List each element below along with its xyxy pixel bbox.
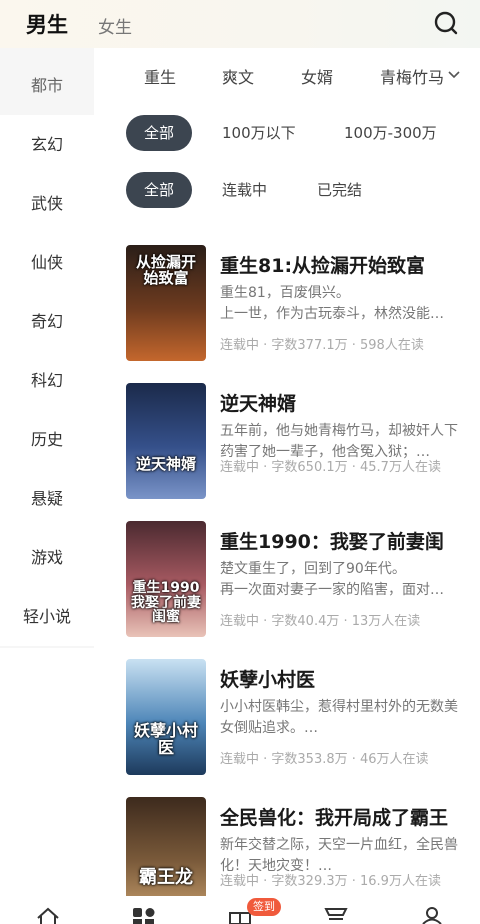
sidebar-item-xianxia[interactable]: 仙侠 [0, 233, 94, 292]
sidebar-item-qihuan[interactable]: 奇幻 [0, 292, 94, 351]
book-description: 重生81，百废俱兴。 上一世，作为古玩泰斗，林然没能… [220, 285, 444, 322]
sidebar-item-kehuan[interactable]: 科幻 [0, 351, 94, 410]
book-meta: 连载中 · 字数377.1万 · 598人在读 [220, 338, 424, 353]
book-meta: 连载中 · 字数353.8万 · 46万人在读 [220, 752, 429, 767]
book-description: 小小村医韩尘，惹得村里村外的无数美女倒贴追求。… [220, 699, 458, 736]
cover-title-text: 霸王龙 [139, 867, 193, 888]
book-description: 楚文重生了，回到了90年代。 再一次面对妻子一家的陷害，面对… [220, 561, 444, 598]
subcategory-shuangwen[interactable]: 爽文 [222, 64, 254, 88]
checkin-badge[interactable]: 签到 [247, 898, 281, 916]
book-title: 逆天神婿 [220, 393, 297, 415]
filter-wordcount-100w-300w[interactable]: 100万-300万 [344, 115, 437, 151]
subcategory-chongsheng[interactable]: 重生 [144, 64, 176, 88]
book-item[interactable]: 逆天神婿 逆天神婿 五年前，他与她青梅竹马，却被奸人下药害了她一辈子，他含冤入狱… [126, 383, 466, 501]
sidebar-item-wuxia[interactable]: 武侠 [0, 174, 94, 233]
book-item[interactable]: 从捡漏开始致富 重生81:从捡漏开始致富 重生81，百废俱兴。 上一世，作为古玩… [126, 245, 466, 363]
book-meta: 连载中 · 字数329.3万 · 16.9万人在读 [220, 874, 441, 889]
book-meta: 连载中 · 字数40.4万 · 13万人在读 [220, 614, 421, 629]
filter-wordcount-all[interactable]: 全部 [126, 115, 192, 151]
sidebar-item-lishi[interactable]: 历史 [0, 410, 94, 469]
tab-male[interactable]: 男生 [26, 9, 68, 39]
book-description: 新年交替之际，天空一片血红，全民兽化！天地灾变！… [220, 837, 458, 874]
book-cover: 妖孽小村医 [126, 659, 206, 775]
book-meta: 连载中 · 字数650.1万 · 45.7万人在读 [220, 460, 441, 475]
cover-title-text: 妖孽小村医 [133, 721, 198, 757]
book-cover: 从捡漏开始致富 [126, 245, 206, 361]
book-description: 五年前，他与她青梅竹马，却被奸人下药害了她一辈子，他含冤入狱；… [220, 423, 458, 460]
sidebar-item-youxi[interactable]: 游戏 [0, 528, 94, 587]
cover-title-text: 逆天神婿 [135, 455, 196, 473]
bottom-navigation [0, 896, 480, 924]
book-title: 重生1990：我娶了前妻闺 [220, 531, 444, 553]
tab-female[interactable]: 女生 [98, 13, 132, 38]
home-icon[interactable] [35, 906, 61, 924]
book-item[interactable]: 重生1990 我娶了前妻闺蜜 重生1990：我娶了前妻闺 楚文重生了，回到了90… [126, 521, 466, 639]
filter-wordcount-under-100w[interactable]: 100万以下 [222, 115, 296, 151]
top-header: 男生 女生 [0, 0, 480, 48]
sidebar-item-xuanyi[interactable]: 悬疑 [0, 469, 94, 528]
filter-status-completed[interactable]: 已完结 [317, 172, 362, 208]
category-sidebar: 都市 玄幻 武侠 仙侠 奇幻 科幻 历史 悬疑 游戏 轻小说 [0, 48, 94, 648]
sidebar-item-dushi[interactable]: 都市 [0, 56, 94, 115]
search-icon[interactable] [432, 9, 460, 37]
subcategory-nvxu[interactable]: 女婿 [301, 64, 333, 88]
profile-icon[interactable] [419, 906, 445, 924]
subcategory-qingmeizhuma[interactable]: 青梅竹马 [380, 64, 444, 88]
chevron-down-icon[interactable] [447, 70, 461, 80]
cover-title-text: 重生1990 我娶了前妻闺蜜 [131, 580, 201, 626]
book-cover: 重生1990 我娶了前妻闺蜜 [126, 521, 206, 637]
sidebar-item-qingxiaoshuo[interactable]: 轻小说 [0, 587, 94, 646]
book-item[interactable]: 妖孽小村医 妖孽小村医 小小村医韩尘，惹得村里村外的无数美女倒贴追求。… 连载中… [126, 659, 466, 777]
subcategory-bar: 重生 爽文 女婿 青梅竹马 [94, 48, 480, 102]
book-title: 妖孽小村医 [220, 669, 316, 691]
category-icon[interactable] [131, 906, 157, 924]
bookshelf-icon[interactable] [323, 906, 349, 924]
book-cover: 逆天神婿 [126, 383, 206, 499]
filter-status-serializing[interactable]: 连载中 [222, 172, 267, 208]
filter-status-all[interactable]: 全部 [126, 172, 192, 208]
book-title: 全民兽化：我开局成了霸王 [220, 807, 449, 829]
book-title: 重生81:从捡漏开始致富 [220, 255, 426, 277]
cover-title-text: 从捡漏开始致富 [135, 253, 196, 287]
sidebar-item-xuanhuan[interactable]: 玄幻 [0, 115, 94, 174]
